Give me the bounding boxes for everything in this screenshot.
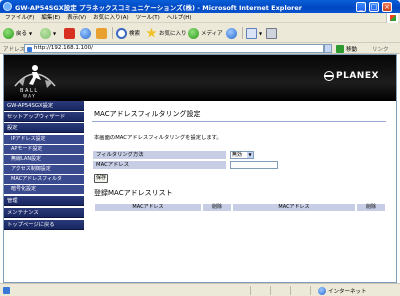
planex-wordmark: PLANEX: [336, 71, 379, 81]
column-header-delete-2: 削除: [356, 203, 386, 212]
sidebar-item-setup-wizard[interactable]: セットアップウィザード: [4, 112, 84, 122]
page-description: 本画面のMACアドレスフィルタリングを設定します。: [94, 135, 222, 141]
forward-arrow-icon: [40, 27, 51, 39]
favorites-label: お気に入り: [159, 31, 187, 37]
security-zone-label: インターネット: [328, 288, 367, 295]
mac-address-row: MACアドレス: [92, 160, 312, 170]
page-title: MACアドレスフィルタリング設定: [94, 110, 201, 118]
windows-flag-icon: [386, 13, 398, 23]
column-header-delete-1: 削除: [202, 203, 232, 212]
sidebar: GW-AP54SGX設定 セットアップウィザード 設定 IPアドレス設定 APモ…: [4, 101, 84, 282]
print-icon: [266, 27, 277, 39]
back-arrow-icon: [3, 27, 14, 39]
status-bar: インターネット: [0, 283, 400, 296]
title-divider: [92, 121, 386, 122]
refresh-icon: [80, 27, 91, 39]
stop-button[interactable]: [64, 27, 77, 39]
sidebar-item-ip-address[interactable]: IPアドレス設定: [4, 135, 84, 144]
internet-globe-icon: [318, 286, 326, 295]
address-dropdown-button[interactable]: [324, 44, 332, 53]
menu-favorites[interactable]: お気に入り(A): [93, 13, 129, 23]
history-icon: [226, 27, 237, 39]
home-button[interactable]: [96, 27, 109, 39]
planex-logo: PLANEX: [324, 71, 379, 81]
menu-view[interactable]: 表示(V): [67, 13, 86, 23]
menu-edit[interactable]: 編集(E): [41, 13, 60, 23]
page-status-icon: [3, 287, 10, 294]
window-title-bar: GW-AP54SGX設定 プラネックスコミュニケーションズ(株) - Micro…: [0, 0, 400, 13]
filter-method-row: フィルタリング方法 無効 ▼: [92, 150, 312, 160]
mac-address-label: MACアドレス: [92, 160, 227, 170]
window-title: GW-AP54SGX設定 プラネックスコミュニケーションズ(株) - Micro…: [15, 4, 302, 12]
back-button[interactable]: 戻る ▼: [3, 27, 32, 39]
media-label: メディア: [201, 31, 223, 37]
filter-method-label: フィルタリング方法: [92, 150, 227, 160]
mac-list-title: 登録MACアドレスリスト: [94, 189, 173, 197]
filter-form: フィルタリング方法 無効 ▼ MACアドレス: [92, 150, 312, 170]
search-label: 検索: [129, 31, 141, 37]
main-content: MACアドレスフィルタリング設定 本画面のMACアドレスフィルタリングを設定しま…: [84, 101, 396, 282]
search-button[interactable]: 検索: [116, 27, 140, 39]
save-button[interactable]: 保存: [94, 174, 108, 183]
ball-way-logo-icon: B A L L W A Y: [14, 65, 56, 99]
ie-logo-icon: [3, 2, 12, 11]
mac-address-input[interactable]: [230, 161, 278, 169]
column-header-mac-2: MACアドレス: [232, 203, 356, 212]
sidebar-item-settings[interactable]: 設定: [4, 123, 84, 133]
minimize-button[interactable]: _: [356, 1, 366, 12]
home-icon: [96, 27, 107, 39]
page-viewport: B A L L W A Y PLANEX GW-AP54SGX設定 セットアップ…: [3, 54, 397, 283]
mac-list-table-header: MACアドレス 削除 MACアドレス 削除: [94, 203, 386, 212]
media-button[interactable]: メディア: [188, 27, 223, 39]
back-label: 戻る: [16, 31, 28, 37]
favorites-star-icon: [146, 27, 157, 38]
close-button[interactable]: ×: [382, 1, 392, 12]
mail-icon: [246, 27, 257, 39]
address-input[interactable]: http://192.168.1.100/: [24, 44, 324, 53]
sidebar-item-maintenance[interactable]: メンテナンス: [4, 208, 84, 218]
address-bar: アドレス(D) http://192.168.1.100/ 移動 リンク: [0, 43, 400, 54]
sidebar-item-access-control[interactable]: アクセス制御設定: [4, 165, 84, 174]
mail-button[interactable]: ▼: [246, 27, 262, 39]
column-header-mac-1: MACアドレス: [94, 203, 202, 212]
menu-bar: ファイル(F) 編集(E) 表示(V) お気に入り(A) ツール(T) ヘルプ(…: [0, 13, 400, 23]
filter-method-select[interactable]: 無効 ▼: [230, 151, 254, 159]
go-arrow-icon: [336, 44, 344, 53]
sidebar-item-ap-mode[interactable]: APモード設定: [4, 145, 84, 154]
media-icon: [188, 27, 199, 39]
links-button[interactable]: リンク: [372, 45, 389, 53]
search-icon: [116, 27, 127, 39]
toolbar: 戻る ▼ ▼ 検索 お気に入り メディア ▼: [0, 23, 400, 43]
history-button[interactable]: [226, 27, 239, 39]
page-header: B A L L W A Y PLANEX: [4, 55, 396, 101]
stop-icon: [64, 27, 75, 39]
planex-globe-icon: [324, 71, 334, 81]
chevron-down-icon: ▼: [247, 152, 253, 158]
sidebar-item-wireless-lan[interactable]: 無線LAN設定: [4, 155, 84, 164]
print-button[interactable]: [266, 27, 279, 39]
sidebar-item-device-settings[interactable]: GW-AP54SGX設定: [4, 101, 84, 111]
sidebar-item-back-to-top[interactable]: トップページに戻る: [4, 220, 84, 230]
forward-button[interactable]: ▼: [40, 27, 56, 39]
go-button[interactable]: 移動: [336, 44, 357, 53]
sidebar-item-encryption[interactable]: 暗号化設定: [4, 185, 84, 194]
refresh-button[interactable]: [80, 27, 93, 39]
maximize-button[interactable]: □: [369, 1, 379, 12]
go-label: 移動: [346, 46, 358, 53]
menu-file[interactable]: ファイル(F): [5, 13, 34, 23]
menu-help[interactable]: ヘルプ(H): [167, 13, 192, 23]
filter-method-value: 無効: [232, 152, 243, 158]
menu-tools[interactable]: ツール(T): [136, 13, 160, 23]
svg-text:W A Y: W A Y: [23, 94, 35, 99]
favorites-button[interactable]: お気に入り: [146, 27, 187, 39]
security-zone: インターネット: [318, 286, 367, 295]
sidebar-item-management[interactable]: 管理: [4, 196, 84, 206]
sidebar-item-mac-filter[interactable]: MACアドレスフィルタ: [4, 175, 84, 184]
